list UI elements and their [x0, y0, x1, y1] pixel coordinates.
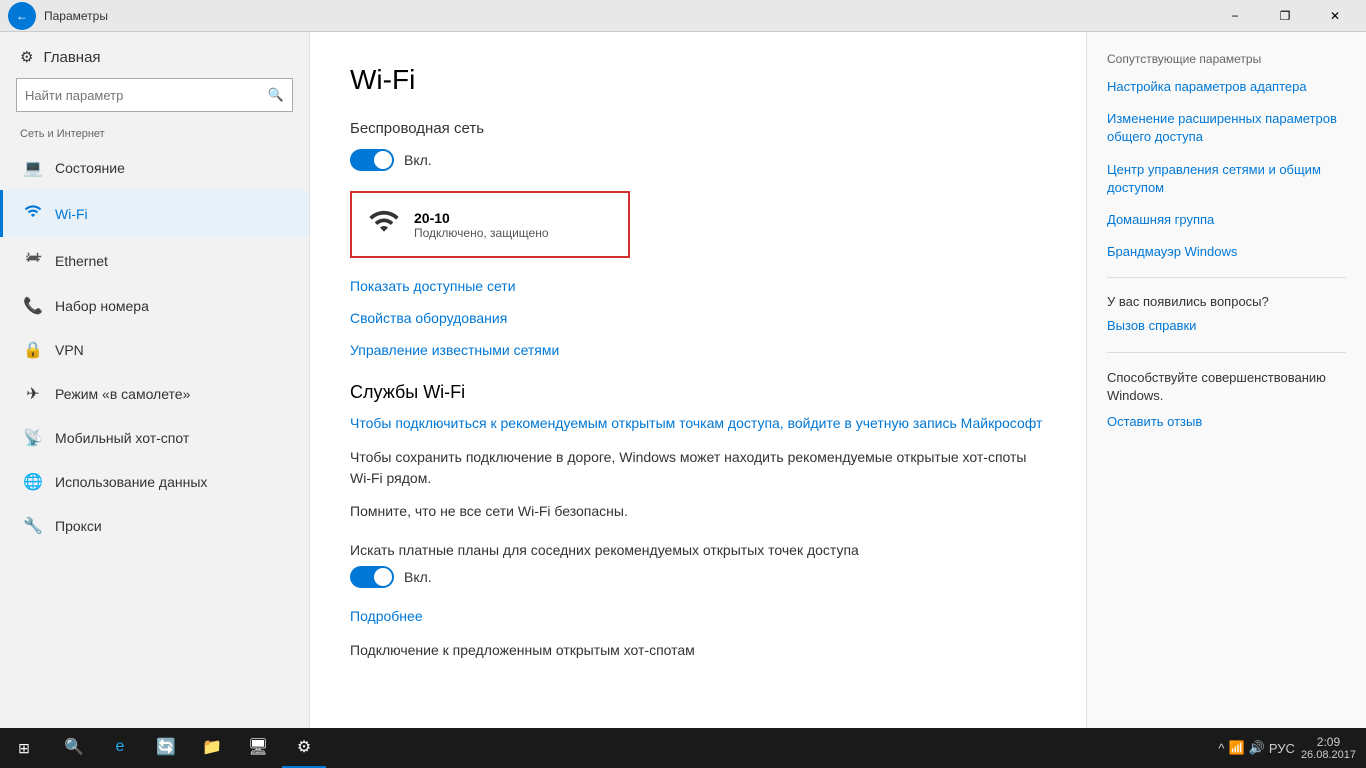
right-panel: Сопутствующие параметры Настройка параме…	[1086, 32, 1366, 728]
tray-lang[interactable]: РУС	[1269, 741, 1295, 756]
sidebar-item-label: Набор номера	[55, 298, 149, 314]
wifi-nav-icon	[23, 202, 43, 225]
tray-chevron[interactable]: ^	[1218, 741, 1224, 756]
taskbar-settings[interactable]: ⚙	[282, 728, 326, 768]
sidebar-item-proxy[interactable]: 🔧 Прокси	[0, 504, 309, 548]
vpn-icon: 🔒	[23, 340, 43, 360]
services-text1: Чтобы сохранить подключение в дороге, Wi…	[350, 447, 1046, 489]
window-controls: − ❐ ✕	[1212, 0, 1358, 32]
sidebar: ⚙ Главная 🔍 Сеть и Интернет 💻 Состояние …	[0, 32, 310, 728]
ethernet-icon	[23, 249, 43, 272]
sidebar-item-label: Wi-Fi	[55, 206, 88, 222]
minimize-button[interactable]: −	[1212, 0, 1258, 32]
search-box[interactable]: 🔍	[16, 78, 293, 112]
proxy-icon: 🔧	[23, 516, 43, 536]
titlebar: ← Параметры − ❐ ✕	[0, 0, 1366, 32]
sidebar-section-label: Сеть и Интернет	[0, 124, 309, 146]
taskbar-app2[interactable]: 🔄	[144, 728, 188, 768]
services-text2: Помните, что не все сети Wi-Fi безопасны…	[350, 501, 1046, 522]
right-divider	[1107, 277, 1346, 278]
main-content: Wi-Fi Беспроводная сеть Вкл. 20-10 Подкл…	[310, 32, 1086, 728]
data-usage-icon: 🌐	[23, 472, 43, 492]
taskbar-date: 26.08.2017	[1301, 749, 1356, 761]
taskbar-right: ^ 📶 🔊 РУС 2:09 26.08.2017	[1218, 735, 1366, 761]
services-title: Службы Wi-Fi	[350, 382, 1046, 403]
related-params-label: Сопутствующие параметры	[1107, 52, 1346, 66]
more-link[interactable]: Подробнее	[350, 608, 1046, 624]
titlebar-title: Параметры	[44, 9, 108, 23]
network-card[interactable]: 20-10 Подключено, защищено	[350, 191, 630, 258]
network-info: 20-10 Подключено, защищено	[414, 210, 549, 240]
start-button[interactable]: ⊞	[0, 728, 48, 768]
sidebar-item-airplane[interactable]: ✈ Режим «в самолете»	[0, 372, 309, 416]
restore-button[interactable]: ❐	[1262, 0, 1308, 32]
wireless-section-title: Беспроводная сеть	[350, 120, 1046, 137]
paid-toggle-label: Вкл.	[404, 569, 432, 585]
sidebar-item-label: Режим «в самолете»	[55, 386, 190, 402]
network-wifi-icon	[368, 205, 400, 244]
show-networks-link[interactable]: Показать доступные сети	[350, 278, 1046, 294]
right-divider-2	[1107, 352, 1346, 353]
network-status: Подключено, защищено	[414, 226, 549, 240]
system-tray: ^ 📶 🔊 РУС	[1218, 740, 1295, 756]
sidebar-item-ethernet[interactable]: Ethernet	[0, 237, 309, 284]
sidebar-item-status[interactable]: 💻 Состояние	[0, 146, 309, 190]
network-name: 20-10	[414, 210, 549, 226]
sidebar-item-label: VPN	[55, 342, 84, 358]
wifi-toggle-label: Вкл.	[404, 152, 432, 168]
search-input[interactable]	[17, 88, 260, 103]
sidebar-item-data-usage[interactable]: 🌐 Использование данных	[0, 460, 309, 504]
tray-network[interactable]: 📶	[1229, 740, 1245, 756]
manage-networks-link[interactable]: Управление известными сетями	[350, 342, 1046, 358]
question-label: У вас появились вопросы?	[1107, 294, 1346, 309]
paid-toggle-row: Вкл.	[350, 566, 1046, 588]
right-link-4[interactable]: Брандмауэр Windows	[1107, 243, 1346, 261]
taskbar-time: 2:09	[1301, 735, 1356, 749]
sidebar-item-vpn[interactable]: 🔒 VPN	[0, 328, 309, 372]
sidebar-item-label: Состояние	[55, 160, 125, 176]
sidebar-item-label: Использование данных	[55, 474, 207, 490]
services-link[interactable]: Чтобы подключиться к рекомендуемым откры…	[350, 415, 1046, 431]
feedback-link[interactable]: Оставить отзыв	[1107, 413, 1346, 431]
taskbar-search[interactable]: 🔍	[52, 728, 96, 768]
right-link-3[interactable]: Домашняя группа	[1107, 211, 1346, 229]
taskbar-edge[interactable]: e	[98, 728, 142, 768]
taskbar-explorer[interactable]: 📁	[190, 728, 234, 768]
paid-toggle[interactable]	[350, 566, 394, 588]
status-icon: 💻	[23, 158, 43, 178]
hotspot-icon: 📡	[23, 428, 43, 448]
sidebar-item-wifi[interactable]: Wi-Fi	[0, 190, 309, 237]
right-link-2[interactable]: Центр управления сетями и общим доступом	[1107, 161, 1346, 197]
search-icon: 🔍	[260, 87, 292, 103]
home-icon: ⚙	[20, 48, 33, 66]
home-label: Главная	[43, 49, 100, 66]
paid-section-label: Искать платные планы для соседних рекоме…	[350, 542, 1046, 558]
sidebar-item-dialup[interactable]: 📞 Набор номера	[0, 284, 309, 328]
right-link-0[interactable]: Настройка параметров адаптера	[1107, 78, 1346, 96]
taskbar-apps: 🔍 e 🔄 📁 🖥 ⚙	[48, 728, 326, 768]
sidebar-item-hotspot[interactable]: 📡 Мобильный хот-спот	[0, 416, 309, 460]
taskbar-app4[interactable]: 🖥	[236, 728, 280, 768]
help-link[interactable]: Вызов справки	[1107, 317, 1346, 335]
sidebar-home[interactable]: ⚙ Главная	[0, 32, 309, 74]
wifi-toggle[interactable]	[350, 149, 394, 171]
bottom-text: Подключение к предложенным открытым хот-…	[350, 640, 1046, 661]
sidebar-item-label: Прокси	[55, 518, 102, 534]
taskbar: ⊞ 🔍 e 🔄 📁 🖥 ⚙ ^ 📶 🔊 РУС 2:09 26.08.2017	[0, 728, 1366, 768]
sidebar-item-label: Мобильный хот-спот	[55, 430, 189, 446]
hardware-props-link[interactable]: Свойства оборудования	[350, 310, 1046, 326]
close-button[interactable]: ✕	[1312, 0, 1358, 32]
back-button[interactable]: ←	[8, 2, 36, 30]
taskbar-clock[interactable]: 2:09 26.08.2017	[1301, 735, 1356, 761]
page-title: Wi-Fi	[350, 64, 1046, 96]
airplane-icon: ✈	[23, 384, 43, 404]
sidebar-item-label: Ethernet	[55, 253, 108, 269]
right-link-1[interactable]: Изменение расширенных параметров общего …	[1107, 110, 1346, 146]
app-body: ⚙ Главная 🔍 Сеть и Интернет 💻 Состояние …	[0, 32, 1366, 728]
dialup-icon: 📞	[23, 296, 43, 316]
tray-volume[interactable]: 🔊	[1249, 740, 1265, 756]
wifi-toggle-row: Вкл.	[350, 149, 1046, 171]
contribute-label: Способствуйте совершенствованию Windows.	[1107, 369, 1346, 405]
